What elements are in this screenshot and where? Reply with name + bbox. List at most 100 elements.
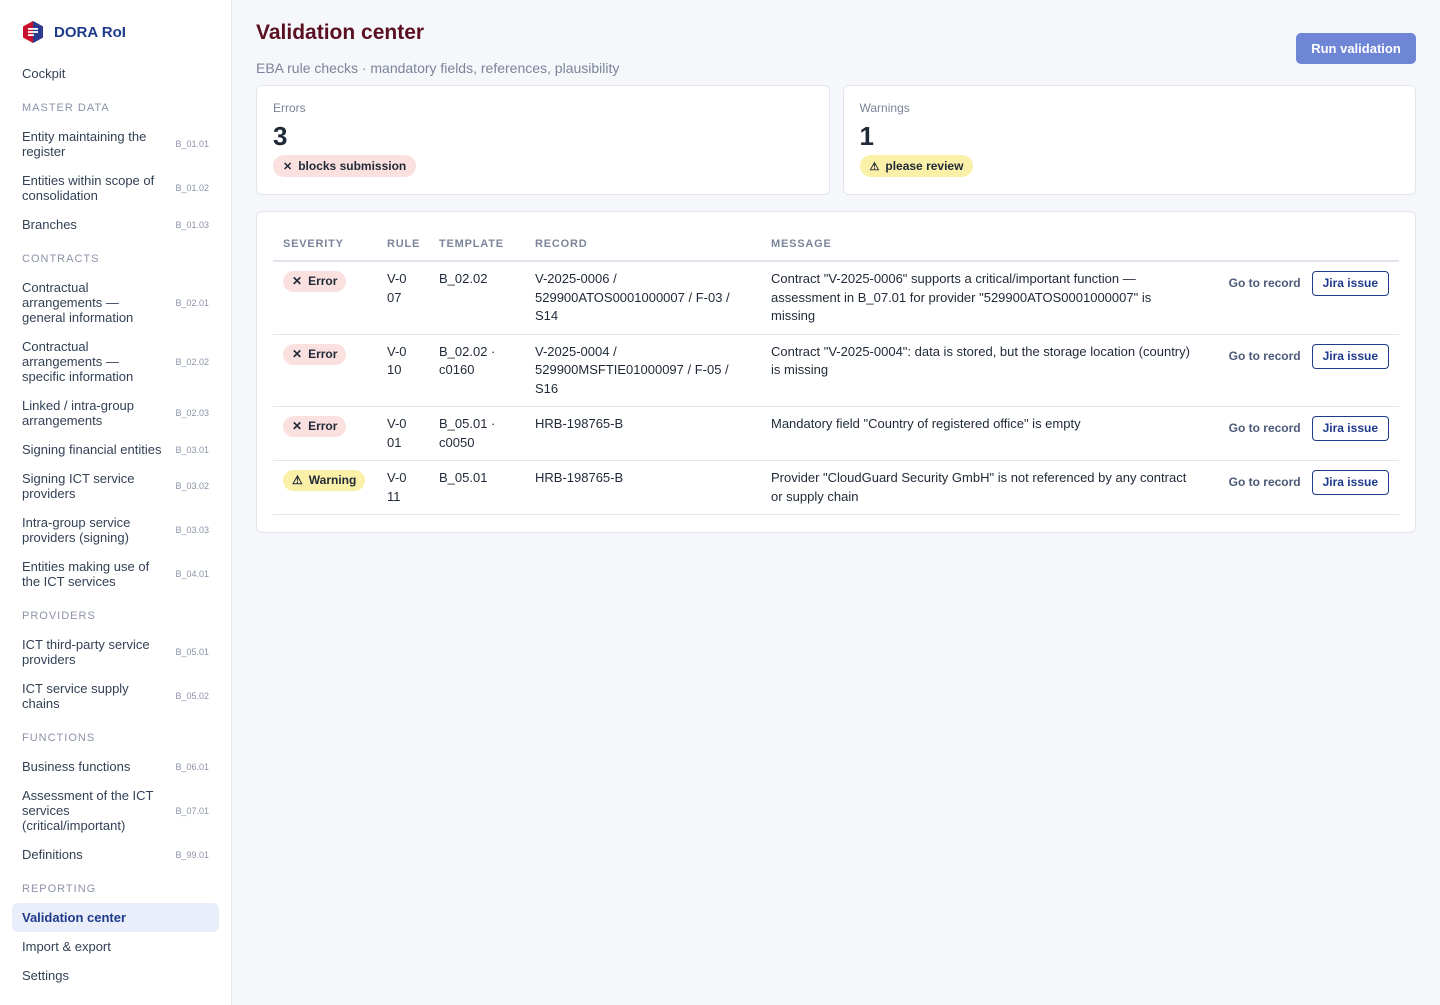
- template-code: B_03.02: [175, 481, 209, 491]
- sidebar-item-import-export[interactable]: Import & export: [12, 932, 219, 961]
- sidebar-item-settings[interactable]: Settings: [12, 961, 219, 990]
- sidebar-item-b0302[interactable]: Signing ICT service providers B_03.02: [12, 464, 219, 508]
- run-validation-button[interactable]: Run validation: [1296, 33, 1416, 64]
- go-to-record-link[interactable]: Go to record: [1229, 347, 1301, 366]
- go-to-record-link[interactable]: Go to record: [1229, 419, 1301, 438]
- dora-logo-icon: [23, 21, 43, 43]
- sidebar: DORA RoI Cockpit MASTER DATA Entity main…: [0, 0, 232, 1005]
- rule-id: V-007: [387, 271, 407, 305]
- severity-badge: ✕ Error: [283, 416, 347, 437]
- template-cell: B_02.02 · c0160: [439, 343, 496, 378]
- page-subtitle: EBA rule checks · mandatory fields, refe…: [256, 60, 620, 76]
- warnings-badge: ⚠ please review: [859, 155, 974, 177]
- sidebar-item-b0103[interactable]: Branches B_01.03: [12, 210, 219, 239]
- message-cell: Contract "V-2025-0004": data is stored, …: [771, 343, 1190, 378]
- template-cell: B_02.02: [429, 261, 525, 335]
- go-to-record-link[interactable]: Go to record: [1229, 473, 1301, 492]
- sidebar-item-label: Validation center: [22, 910, 127, 925]
- jira-issue-button[interactable]: Jira issue: [1311, 470, 1389, 495]
- template-code: B_01.02: [175, 183, 209, 193]
- jira-issue-button[interactable]: Jira issue: [1311, 416, 1389, 441]
- warnings-count: 1: [859, 121, 874, 151]
- validation-results: SEVERITY RULE TEMPLATE RECORD MESSAGE ✕ E…: [256, 211, 1416, 533]
- sidebar-item-label: Entities making use of the ICT services: [22, 559, 150, 589]
- severity-text: Error: [308, 419, 338, 434]
- sidebar-item-label: Signing ICT service providers: [22, 471, 135, 501]
- go-to-record-link[interactable]: Go to record: [1229, 274, 1301, 293]
- sidebar-item-label: Branches: [22, 217, 77, 232]
- validation-table: SEVERITY RULE TEMPLATE RECORD MESSAGE ✕ E…: [273, 228, 1399, 515]
- sidebar-item-b0401[interactable]: Entities making use of the ICT services …: [12, 552, 219, 596]
- section-providers: PROVIDERS: [22, 609, 96, 622]
- jira-issue-button[interactable]: Jira issue: [1311, 343, 1389, 369]
- warnings-card: Warnings 1 ⚠ please review: [842, 85, 1416, 195]
- template-code: B_03.01: [175, 444, 209, 455]
- errors-label: Errors: [273, 101, 306, 115]
- sidebar-item-label: Assessment of the ICT services (critical…: [22, 788, 154, 833]
- severity-text: Error: [308, 346, 338, 361]
- warning-icon: ⚠: [292, 473, 303, 488]
- sidebar-item-b0701[interactable]: Assessment of the ICT services (critical…: [12, 781, 219, 840]
- template-code: B_05.01: [175, 647, 209, 657]
- x-icon: ✕: [283, 160, 293, 173]
- sidebar-item-b0203[interactable]: Linked / intra-group arrangements B_02.0…: [12, 391, 219, 435]
- template-code: B_04.01: [175, 569, 209, 579]
- sidebar-item-label: Intra-group service providers (signing): [22, 515, 131, 545]
- section-functions: FUNCTIONS: [22, 731, 96, 744]
- template-code: B_05.02: [175, 691, 209, 701]
- section-master-data: MASTER DATA: [22, 101, 110, 114]
- page-title: Validation center: [256, 21, 425, 44]
- sidebar-item-label: ICT third-party service providers: [22, 637, 150, 667]
- sidebar-item-b0101[interactable]: Entity maintaining the register B_01.01: [12, 122, 219, 166]
- main-content: Validation center EBA rule checks · mand…: [232, 0, 1440, 1005]
- sidebar-item-b0301[interactable]: Signing financial entities B_03.01: [12, 435, 219, 464]
- template-code: B_02.02: [175, 356, 209, 367]
- warnings-label: Warnings: [859, 101, 910, 115]
- col-severity: SEVERITY: [273, 228, 377, 262]
- sidebar-item-validation-center[interactable]: Validation center: [12, 903, 219, 932]
- sidebar-item-b0202[interactable]: Contractual arrangements — specific info…: [12, 332, 219, 391]
- sidebar-item-b0601[interactable]: Business functions B_06.01: [12, 752, 219, 781]
- template-cell: B_05.01: [429, 460, 525, 515]
- sidebar-item-b0201[interactable]: Contractual arrangements — general infor…: [12, 273, 219, 332]
- sidebar-item-label: Contractual arrangements — general infor…: [22, 280, 134, 325]
- sidebar-item-b9901[interactable]: Definitions B_99.01: [12, 840, 219, 869]
- template-code: B_01.03: [175, 219, 209, 230]
- rule-id: V-010: [387, 343, 407, 378]
- record-cell: HRB-198765-B: [535, 416, 624, 431]
- col-rule: RULE: [377, 228, 429, 262]
- summary-cards: Errors 3 ✕ blocks submission Warnings 1 …: [256, 85, 1416, 195]
- x-icon: ✕: [292, 274, 303, 289]
- brand[interactable]: DORA RoI: [12, 20, 219, 44]
- sidebar-item-label: Entity maintaining the register: [22, 129, 147, 159]
- sidebar-item-label: Linked / intra-group arrangements: [22, 398, 135, 428]
- message-cell: Contract "V-2025-0006" supports a critic…: [771, 271, 1152, 323]
- template-code: B_02.03: [175, 408, 209, 418]
- sidebar-item-label: Business functions: [22, 759, 131, 774]
- warnings-badge-text: please review: [885, 159, 964, 173]
- sidebar-item-b0501[interactable]: ICT third-party service providers B_05.0…: [12, 630, 219, 674]
- sidebar-item-label: Definitions: [22, 847, 83, 862]
- sidebar-item-cockpit[interactable]: Cockpit: [12, 59, 219, 88]
- record-cell: HRB-198765-B: [535, 470, 624, 485]
- col-template: TEMPLATE: [429, 228, 525, 262]
- severity-text: Error: [308, 274, 338, 289]
- errors-card: Errors 3 ✕ blocks submission: [256, 85, 830, 195]
- sidebar-item-b0502[interactable]: ICT service supply chains B_05.02: [12, 674, 219, 718]
- table-row: ✕ Error V-001 B_05.01 · c0050 HRB-198765-…: [273, 406, 1399, 461]
- jira-issue-button[interactable]: Jira issue: [1311, 271, 1389, 296]
- severity-badge: ⚠ Warning: [283, 470, 366, 491]
- sidebar-item-b0102[interactable]: Entities within scope of consolidation B…: [12, 166, 219, 210]
- errors-count: 3: [273, 121, 288, 151]
- sidebar-item-b0303[interactable]: Intra-group service providers (signing) …: [12, 508, 219, 552]
- severity-badge: ✕ Error: [283, 343, 347, 365]
- template-code: B_03.03: [175, 525, 209, 535]
- col-record: RECORD: [525, 228, 761, 262]
- sidebar-item-label: Entities within scope of consolidation: [22, 173, 155, 203]
- table-row: ⚠ Warning V-011 B_05.01 HRB-198765-B Prov…: [273, 460, 1399, 515]
- sidebar-item-label: Signing financial entities: [22, 442, 162, 457]
- template-code: B_06.01: [175, 761, 209, 772]
- table-header-row: SEVERITY RULE TEMPLATE RECORD MESSAGE: [273, 228, 1399, 262]
- errors-badge-text: blocks submission: [298, 159, 407, 173]
- table-row: ✕ Error V-007 B_02.02 V-2025-0006 / 52990…: [273, 261, 1399, 335]
